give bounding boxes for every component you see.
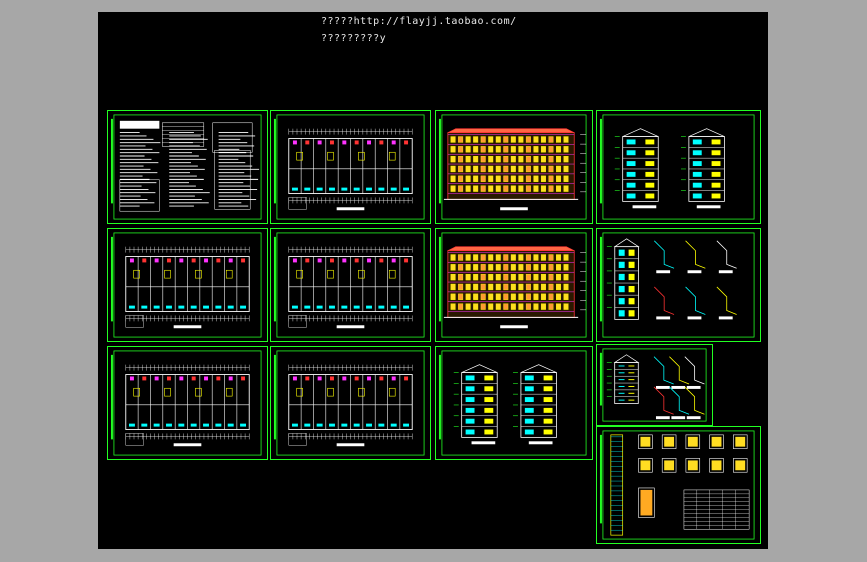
header-url-text: ?????http://flayjj.taobao.com/	[321, 16, 517, 27]
sheet-floor-plan-4[interactable]	[107, 346, 268, 460]
sheet-drawing	[438, 350, 587, 456]
sheet-drawing	[273, 114, 425, 220]
sheet-roof-plan[interactable]	[270, 346, 431, 460]
sheet-floor-plan-2[interactable]	[107, 228, 268, 342]
sheet-drawing	[273, 350, 425, 456]
sheet-drawing	[599, 430, 755, 540]
sheet-details-2[interactable]	[596, 344, 713, 426]
header-caption-text: ?????????y	[321, 33, 387, 44]
sheet-window-schedule[interactable]	[596, 426, 761, 544]
sheet-rear-elevation[interactable]	[435, 228, 593, 342]
sheet-drawing	[273, 232, 425, 338]
sheet-drawing	[438, 232, 587, 338]
drawing-canvas[interactable]: ?????http://flayjj.taobao.com/ ?????????…	[98, 12, 768, 549]
sheet-drawing	[110, 114, 262, 220]
sheet-drawing	[110, 232, 262, 338]
sheet-drawing	[599, 232, 755, 338]
sheet-details-1[interactable]	[596, 228, 761, 342]
sheet-drawing	[438, 114, 587, 220]
sheet-drawing	[110, 350, 262, 456]
sheet-design-notes[interactable]	[107, 110, 268, 224]
sheet-side-elevations[interactable]	[435, 346, 593, 460]
sheet-drawing	[599, 348, 707, 422]
sheet-drawing	[599, 114, 755, 220]
sheet-floor-plan-1[interactable]	[270, 110, 431, 224]
sheet-floor-plan-3[interactable]	[270, 228, 431, 342]
sheet-front-elevation[interactable]	[435, 110, 593, 224]
sheet-section-1[interactable]	[596, 110, 761, 224]
